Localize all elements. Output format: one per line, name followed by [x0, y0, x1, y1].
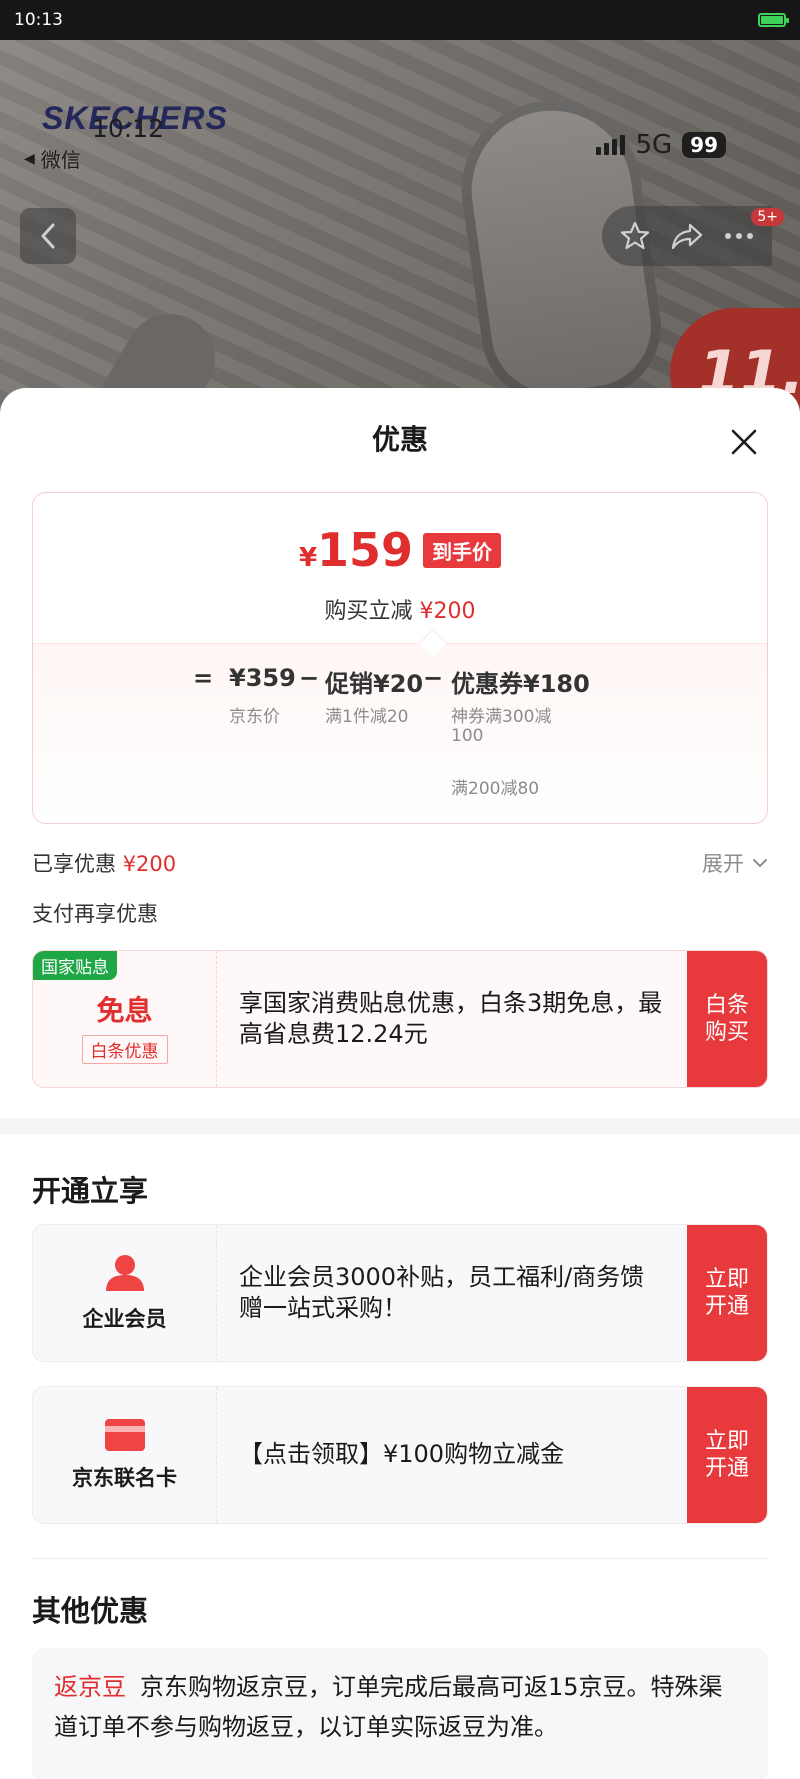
enterprise-label: 企业会员: [82, 1307, 167, 1331]
star-icon[interactable]: [619, 220, 651, 252]
price-breakdown-card: ¥159 到手价 购买立减 ¥200 = ¥359 京东价 − 促销¥20 满1…: [32, 492, 768, 824]
jd-price: ¥359: [229, 664, 296, 692]
sheet-title: 优惠: [371, 423, 428, 456]
wechat-back: ◀ 微信: [24, 144, 81, 173]
signal-icon: [596, 135, 626, 155]
battery-level: 99: [682, 132, 726, 158]
wechat-back-label: 微信: [40, 148, 81, 172]
cobrand-offer-card[interactable]: 京东联名卡 【点击领取】¥100购物立减金 立即开通: [32, 1386, 768, 1524]
coupon-detail: 神券满300减: [451, 707, 552, 727]
message-badge: 5+: [751, 208, 784, 226]
jd-bean-text: 京东购物返京豆，订单完成后最高可返15京豆。特殊渠道订单不参与购物返豆，以订单实…: [54, 1673, 723, 1741]
other-section-title: 其他优惠: [32, 1594, 149, 1628]
coupon-detail-cont: 100: [451, 726, 484, 746]
equals-sign: =: [193, 664, 214, 692]
chevron-left-icon: [41, 223, 55, 249]
embedded-time: 10:12: [92, 114, 165, 143]
baitiao-offer-card[interactable]: 国家贴息 免息 白条优惠 享国家消费贴息优惠，白条3期免息，最高省息费12.24…: [32, 950, 768, 1088]
jd-bean-offer: 返京豆 京东购物返京豆，订单完成后最高可返15京豆。特殊渠道订单不参与购物返豆，以…: [32, 1648, 768, 1779]
gov-subsidy-tag: 国家贴息: [33, 951, 117, 980]
baitiao-offer-text: 享国家消费贴息优惠，白条3期免息，最高省息费12.24元: [239, 988, 663, 1048]
final-price: ¥159: [298, 523, 414, 577]
enjoyed-discount: 已享优惠 ¥200: [32, 852, 177, 876]
coupon-detail-2: 满200减80: [451, 779, 540, 799]
credit-card-icon: [104, 1419, 145, 1451]
cobrand-open-button[interactable]: 立即开通: [687, 1387, 767, 1523]
jd-bean-tag: 返京豆: [54, 1673, 126, 1701]
open-section-title: 开通立享: [32, 1174, 149, 1208]
chevron-down-icon: [753, 859, 767, 868]
close-button[interactable]: [722, 420, 766, 464]
status-bar: 10:13: [0, 0, 800, 40]
jd-price-label: 京东价: [229, 707, 280, 727]
share-icon[interactable]: [670, 221, 704, 251]
top-actions: [602, 206, 772, 266]
enterprise-open-button[interactable]: 立即开通: [687, 1225, 767, 1361]
final-price-tag: 到手价: [423, 532, 502, 568]
baitiao-tag: 白条优惠: [81, 1034, 168, 1064]
status-time: 10:13: [14, 10, 63, 30]
more-icon[interactable]: [723, 231, 755, 241]
enterprise-offer-card[interactable]: 企业会员 企业会员3000补贴，员工福利/商务馈赠一站式采购！ 立即开通: [32, 1224, 768, 1362]
close-icon: [731, 429, 757, 455]
expand-toggle[interactable]: 展开: [702, 848, 768, 878]
enterprise-offer-text: 企业会员3000补贴，员工福利/商务馈赠一站式采购！: [239, 1262, 645, 1322]
section-divider-thin: [32, 1558, 768, 1559]
embedded-status: 5G 99: [596, 130, 726, 160]
back-triangle-icon: ◀: [24, 150, 35, 167]
promo-item: 促销¥20: [325, 670, 424, 698]
minus-sign: −: [299, 664, 320, 692]
user-icon: [105, 1255, 144, 1291]
expand-label: 展开: [702, 852, 744, 876]
product-photo: SKECHERS 10:12 ◀ 微信 5G 99 5+ 11.11: [0, 40, 800, 420]
pay-more-label: 支付再享优惠: [32, 902, 158, 926]
discount-sheet: 优惠 ¥159 到手价 购买立减 ¥200 = ¥359 京东价 − 促销¥20…: [0, 388, 800, 1779]
cobrand-label: 京东联名卡: [72, 1466, 177, 1490]
interest-free-title: 免息: [96, 993, 153, 1027]
back-button[interactable]: [20, 208, 76, 264]
minus-sign: −: [423, 664, 444, 692]
baitiao-buy-button[interactable]: 白条购买: [687, 951, 767, 1087]
coupon-item: 优惠券¥180: [451, 670, 590, 698]
battery-icon: [758, 13, 789, 27]
saving-line: 购买立减 ¥200: [324, 599, 476, 624]
network-label: 5G: [635, 130, 673, 160]
cobrand-offer-text: 【点击领取】¥100购物立减金: [239, 1440, 565, 1469]
price-formula: = ¥359 京东价 − 促销¥20 满1件减20 − 优惠券¥180 神券满3…: [33, 643, 767, 823]
section-divider: [0, 1118, 800, 1134]
promo-detail: 满1件减20: [325, 707, 409, 727]
